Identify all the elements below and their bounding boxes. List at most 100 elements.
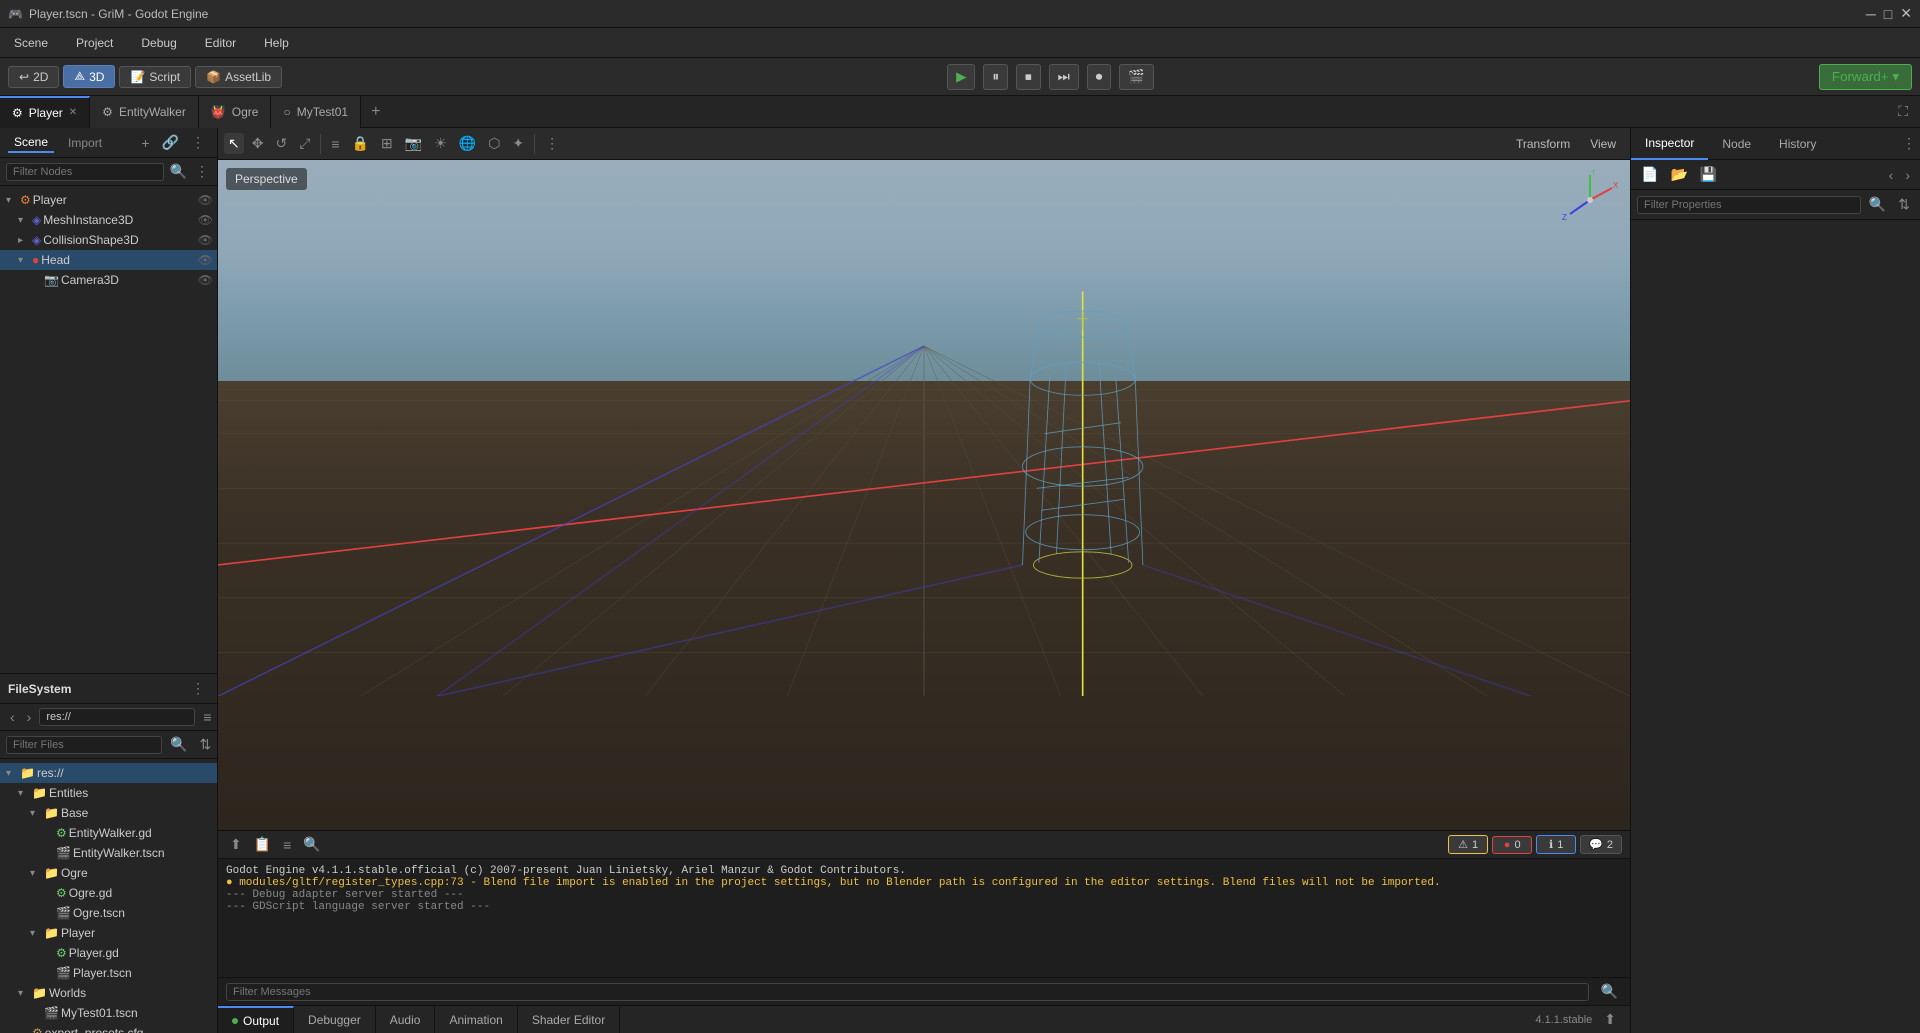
instance-scene-button[interactable]: 🔗: [158, 132, 183, 153]
menu-editor[interactable]: Editor: [199, 34, 242, 52]
warning-badge[interactable]: ⚠ 1: [1448, 835, 1488, 854]
forward-renderer-button[interactable]: Forward+ ▾: [1819, 64, 1912, 90]
mode-3d-button[interactable]: ⟁ 3D: [63, 65, 115, 88]
inspector-nav-forward-btn[interactable]: ›: [1901, 165, 1914, 185]
inspector-open-btn[interactable]: 📂: [1666, 164, 1691, 185]
inspector-more-btn[interactable]: ⋮: [1898, 133, 1920, 154]
fs-filter-input[interactable]: [6, 736, 162, 754]
error-badge[interactable]: ● 0: [1492, 836, 1532, 854]
node-tab[interactable]: Node: [1708, 128, 1765, 160]
fs-sort-button[interactable]: ⇅: [195, 734, 215, 755]
fs-more-button[interactable]: ⋮: [187, 678, 209, 699]
camera-tool[interactable]: 📷: [401, 133, 426, 154]
tree-item-head[interactable]: ▾ ● Head 👁: [0, 250, 217, 270]
menu-scene[interactable]: Scene: [8, 34, 54, 52]
menu-debug[interactable]: Debug: [135, 34, 182, 52]
movie-button[interactable]: 🎬: [1119, 64, 1154, 90]
inspector-save-btn[interactable]: 💾: [1696, 164, 1721, 185]
mode-script-button[interactable]: 📝 Script: [119, 66, 191, 88]
select-tool[interactable]: ↖: [224, 133, 244, 154]
fs-forward-button[interactable]: ›: [23, 707, 36, 727]
inspector-filter-input[interactable]: [1637, 196, 1861, 214]
record-button[interactable]: ⏺: [1087, 64, 1112, 90]
message-badge[interactable]: 💬 2: [1580, 835, 1622, 854]
close-btn[interactable]: ✕: [1900, 5, 1912, 22]
environment-tool[interactable]: 🌐: [455, 133, 480, 154]
camera-visibility-icon[interactable]: 👁: [198, 273, 213, 287]
add-node-button[interactable]: +: [137, 132, 153, 153]
fs-item-player-gd[interactable]: ⚙ Player.gd: [0, 943, 217, 963]
tree-item-camera[interactable]: 📷 Camera3D 👁: [0, 270, 217, 290]
fs-item-export-presets[interactable]: ⚙ export_presets.cfg: [0, 1023, 217, 1033]
inspector-filter-options-btn[interactable]: ⇅: [1894, 194, 1914, 215]
menu-project[interactable]: Project: [70, 34, 119, 52]
bottom-tab-audio[interactable]: Audio: [376, 1006, 436, 1033]
tab-player[interactable]: ⚙ Player ✕: [0, 96, 90, 128]
info-badge[interactable]: ℹ 1: [1536, 835, 1576, 854]
play-button[interactable]: ▶: [947, 64, 975, 90]
bottom-tab-output[interactable]: Output: [218, 1006, 294, 1033]
tree-item-player[interactable]: ▾ ⚙ Player 👁: [0, 190, 217, 210]
fs-item-worlds[interactable]: ▾ 📁 Worlds: [0, 983, 217, 1003]
fs-item-player-tscn[interactable]: 🎬 Player.tscn: [0, 963, 217, 983]
fs-view-toggle[interactable]: ≡: [199, 707, 215, 727]
maximize-viewport-button[interactable]: ⛶: [1894, 101, 1912, 122]
fs-item-ogre-folder[interactable]: ▾ 📁 Ogre: [0, 863, 217, 883]
tab-add-button[interactable]: +: [361, 96, 390, 128]
fs-item-res[interactable]: ▾ 📁 res://: [0, 763, 217, 783]
scene-filter-input[interactable]: [6, 163, 164, 181]
fs-item-base[interactable]: ▾ 📁 Base: [0, 803, 217, 823]
head-visibility-icon[interactable]: 👁: [198, 253, 213, 267]
fs-path-input[interactable]: [39, 708, 195, 726]
sun-tool[interactable]: ☀: [430, 133, 451, 154]
fs-filter-search[interactable]: 🔍: [166, 734, 191, 755]
inspector-new-file-btn[interactable]: 📄: [1637, 164, 1662, 185]
history-tab[interactable]: History: [1765, 128, 1830, 160]
mode-2d-button[interactable]: ↩ 2D: [8, 66, 59, 88]
3d-viewport[interactable]: Perspective Y X Z: [218, 160, 1630, 830]
tab-ogre[interactable]: 👹 Ogre: [199, 96, 272, 128]
player-visibility-icon[interactable]: 👁: [198, 193, 213, 207]
transform-btn[interactable]: Transform: [1508, 135, 1578, 153]
bottom-tab-animation[interactable]: Animation: [435, 1006, 517, 1033]
fs-item-entitywalker-tscn[interactable]: 🎬 EntityWalker.tscn: [0, 843, 217, 863]
inspector-filter-search-btn[interactable]: 🔍: [1865, 194, 1890, 215]
fs-item-ogre-gd[interactable]: ⚙ Ogre.gd: [0, 883, 217, 903]
maximize-btn[interactable]: □: [1884, 6, 1892, 22]
tab-entitywalker[interactable]: ⚙ EntityWalker: [90, 96, 199, 128]
mesh-visibility-icon[interactable]: 👁: [198, 213, 213, 227]
console-copy-button[interactable]: ⬆: [226, 834, 246, 855]
inspector-tab[interactable]: Inspector: [1631, 128, 1708, 160]
fs-item-entities[interactable]: ▾ 📁 Entities: [0, 783, 217, 803]
console-filter-button[interactable]: ≡: [279, 835, 295, 855]
rotate-tool[interactable]: ↺: [271, 133, 291, 154]
panel-tab-import[interactable]: Import: [62, 134, 108, 152]
fs-item-mytest01[interactable]: 🎬 MyTest01.tscn: [0, 1003, 217, 1023]
tree-item-collision[interactable]: ▸ ◈ CollisionShape3D 👁: [0, 230, 217, 250]
menu-help[interactable]: Help: [258, 34, 295, 52]
grid-tool[interactable]: ⊞: [377, 133, 397, 154]
pause-button[interactable]: ⏸: [983, 64, 1008, 90]
fs-back-button[interactable]: ‹: [6, 707, 19, 727]
console-clear-button[interactable]: 📋: [250, 834, 275, 855]
stop-button[interactable]: ⏹: [1016, 64, 1041, 90]
render-mode-tool[interactable]: ⬡: [484, 133, 504, 154]
console-filter-input[interactable]: [226, 983, 1589, 1001]
fs-item-entitywalker-gd[interactable]: ⚙ EntityWalker.gd: [0, 823, 217, 843]
more-tools[interactable]: ⋮: [541, 133, 563, 154]
scene-options[interactable]: ⋮: [193, 161, 211, 182]
minimize-btn[interactable]: ─: [1866, 6, 1876, 22]
console-search-button[interactable]: 🔍: [299, 834, 324, 855]
inspector-nav-back-btn[interactable]: ‹: [1885, 165, 1898, 185]
scene-filter-search[interactable]: 🔍: [168, 161, 189, 182]
tree-item-mesh[interactable]: ▾ ◈ MeshInstance3D 👁: [0, 210, 217, 230]
status-expand-btn[interactable]: ⬆: [1600, 1009, 1620, 1030]
move-tool[interactable]: ✥: [248, 133, 268, 154]
view-btn[interactable]: View: [1582, 135, 1624, 153]
tab-player-close[interactable]: ✕: [69, 107, 77, 118]
bottom-tab-debugger[interactable]: Debugger: [294, 1006, 376, 1033]
step-button[interactable]: ⏭: [1049, 64, 1079, 90]
bottom-tab-shader[interactable]: Shader Editor: [518, 1006, 620, 1033]
mode-assetlib-button[interactable]: 📦 AssetLib: [195, 66, 282, 88]
snap-tool[interactable]: 🔒: [348, 133, 373, 154]
